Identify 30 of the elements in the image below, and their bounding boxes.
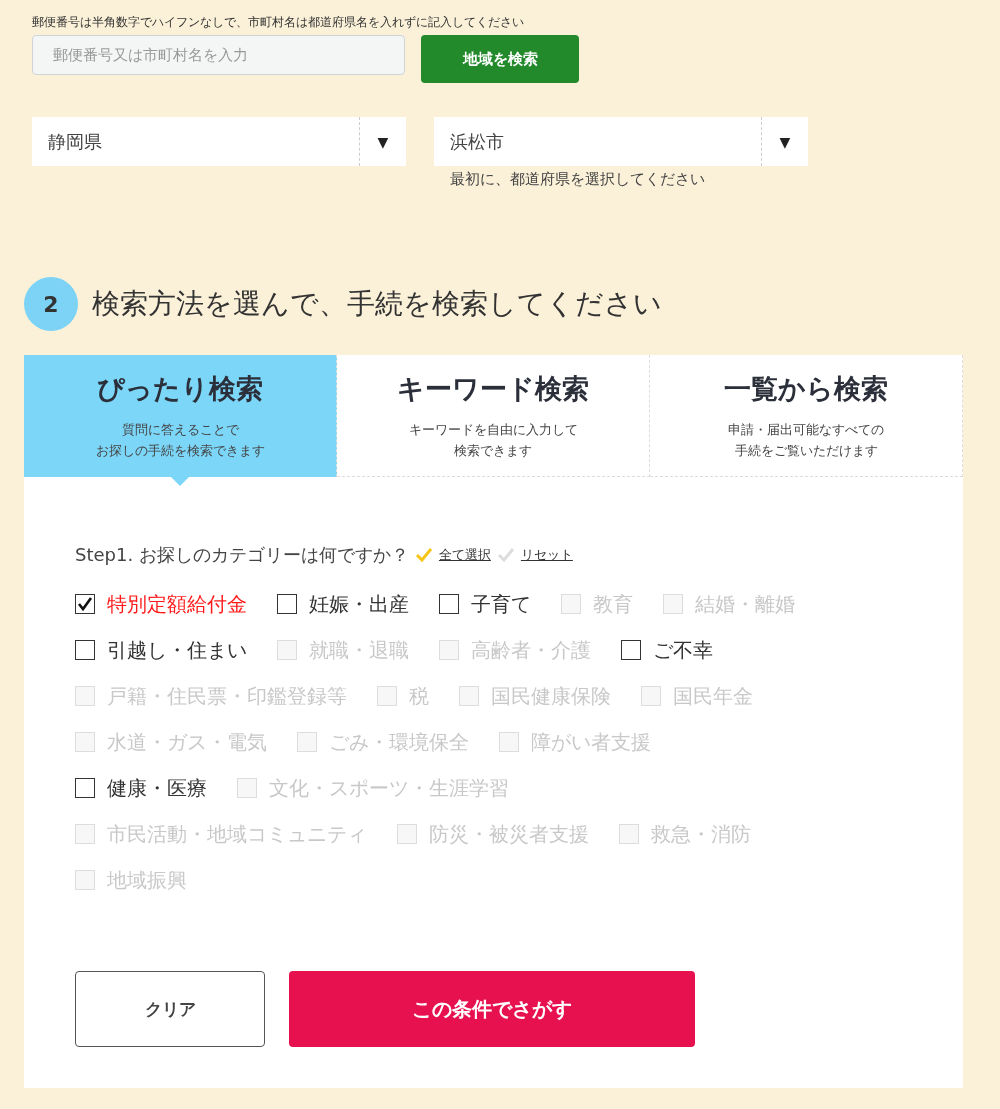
search-button[interactable]: この条件でさがす: [289, 971, 695, 1047]
category-label[interactable]: 子育て: [471, 590, 531, 618]
instruction-text: 郵便番号は半角数字でハイフンなしで、市町村名は都道府県名を入れずに記入してください: [32, 14, 525, 31]
reset-link[interactable]: リセット: [520, 546, 573, 564]
step-number: 2: [24, 277, 78, 331]
category-label[interactable]: 引越し・住まい: [107, 636, 247, 664]
category-label[interactable]: ご不幸: [653, 636, 713, 664]
checkbox[interactable]: [75, 640, 95, 660]
checkbox[interactable]: [621, 640, 641, 660]
search-tab[interactable]: 一覧から検索 申請・届出可能なすべての 手続をご覧いただけます: [650, 355, 963, 477]
area-search-button[interactable]: 地域を検索: [421, 35, 579, 83]
dropdown[interactable]: 静岡県 ▼: [32, 117, 406, 166]
hint-text: 最初に、都道府県を選択してください: [449, 170, 706, 189]
section-heading: 検索方法を選んで、手続を検索してください: [92, 286, 662, 322]
check-icon: [496, 546, 515, 564]
clear-button[interactable]: クリア: [75, 971, 265, 1047]
checkbox[interactable]: [439, 594, 459, 614]
tab-pointer-icon: [170, 476, 190, 486]
category-label[interactable]: 妊娠・出産: [309, 590, 409, 618]
step-question: Step1. お探しのカテゴリーは何ですか？: [75, 543, 409, 567]
search-tab[interactable]: キーワード検索 キーワードを自由に入力して 検索できます: [337, 355, 650, 477]
checkbox[interactable]: [277, 594, 297, 614]
area-search-field[interactable]: 郵便番号又は市町村名を入力: [32, 35, 405, 75]
check-icon: [414, 546, 433, 564]
category-label[interactable]: 健康・医療: [107, 774, 207, 802]
checkbox[interactable]: [75, 594, 95, 614]
category-label[interactable]: 特別定額給付金: [107, 590, 247, 618]
dropdown[interactable]: 浜松市 ▼: [434, 117, 808, 166]
checkbox[interactable]: [75, 778, 95, 798]
select-all-link[interactable]: 全て選択: [438, 546, 491, 564]
